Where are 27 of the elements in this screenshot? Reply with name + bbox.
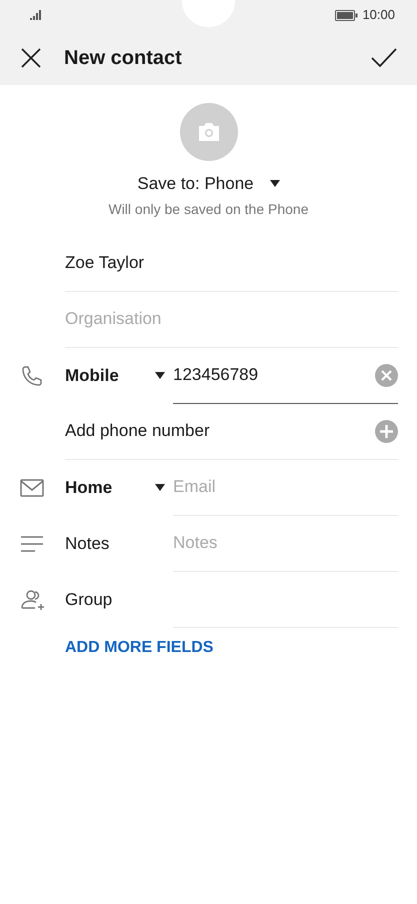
input-field[interactable]: Zoe Taylor bbox=[65, 250, 398, 276]
close-icon[interactable] bbox=[20, 46, 42, 68]
input-field[interactable]: Organisation bbox=[65, 306, 398, 332]
save-note: Will only be saved on the Phone bbox=[107, 200, 310, 219]
add-more-fields-link[interactable]: ADD MORE FIELDS bbox=[65, 636, 214, 660]
camera-icon bbox=[196, 122, 220, 142]
battery-icon bbox=[335, 10, 358, 20]
type-dropdown[interactable]: Mobile bbox=[65, 348, 173, 404]
checkmark-icon[interactable] bbox=[371, 48, 397, 68]
status-time: 10:00 bbox=[362, 6, 395, 24]
notes-icon bbox=[20, 534, 44, 554]
field-label: Group bbox=[65, 588, 114, 611]
envelope-icon bbox=[20, 478, 44, 498]
input-field[interactable]: Email bbox=[173, 474, 398, 500]
save-location-dropdown[interactable]: Save to: Phone bbox=[137, 171, 254, 196]
field-label: Notes bbox=[65, 532, 110, 555]
input-field[interactable]: Notes bbox=[173, 530, 398, 556]
caret-icon[interactable] bbox=[270, 180, 280, 188]
caret-icon bbox=[155, 484, 165, 491]
add-phone-link[interactable]: Add phone number bbox=[65, 418, 375, 444]
phone-icon bbox=[20, 364, 44, 388]
people-add-icon bbox=[20, 588, 46, 610]
type-dropdown[interactable]: Home bbox=[65, 460, 173, 516]
screen-title: New contact bbox=[64, 46, 182, 70]
input-field[interactable]: 123456789 bbox=[173, 362, 375, 388]
signal-icon bbox=[30, 10, 43, 20]
caret-icon bbox=[155, 372, 165, 379]
